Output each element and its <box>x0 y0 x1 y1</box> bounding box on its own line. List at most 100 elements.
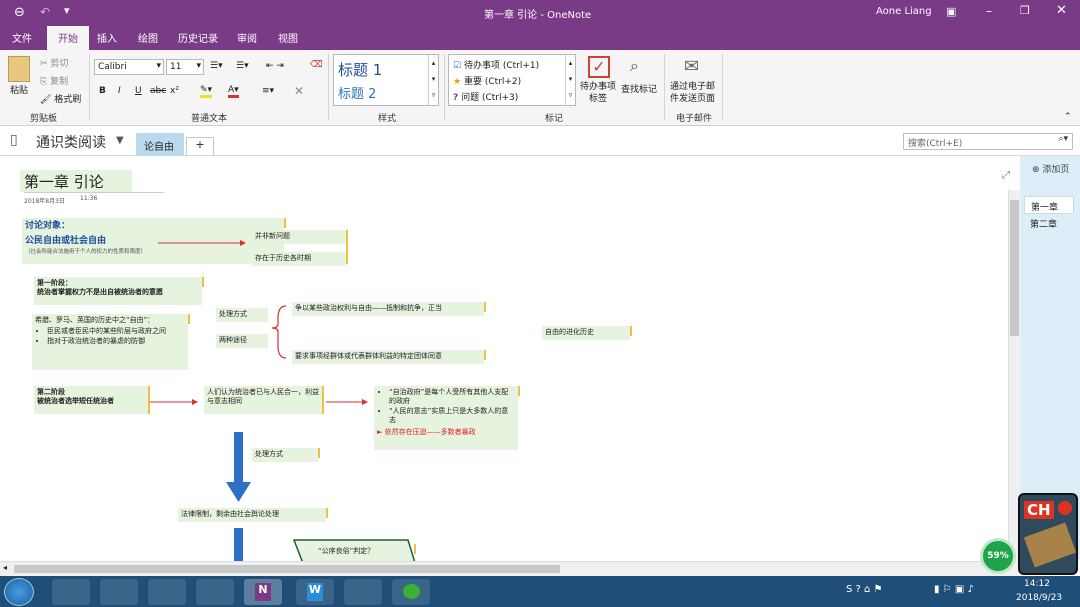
font-name-select[interactable]: Calibri ▾ <box>94 59 164 75</box>
tag-important-label: 重要 (Ctrl+2) <box>463 77 522 87</box>
underline-button[interactable]: U <box>135 86 142 96</box>
clock-date[interactable]: 2018/9/23 <box>1016 593 1062 603</box>
chevron-down-icon[interactable]: ▼ <box>116 135 124 146</box>
tab-insert[interactable]: 插入 <box>97 30 117 45</box>
wechat-glyph <box>403 584 420 599</box>
format-painter-button[interactable]: 🖌 格式刷 <box>40 92 81 105</box>
style-heading1[interactable]: 标题 1 <box>338 59 382 80</box>
horizontal-scrollbar[interactable]: ◂ <box>0 561 1020 576</box>
superscript-button[interactable]: x² <box>170 86 179 96</box>
ime-widget[interactable]: CH <box>1018 493 1078 575</box>
scrollbar-thumb[interactable] <box>14 565 560 573</box>
page-item-active[interactable]: 第一章 <box>1024 196 1074 214</box>
clear-format-icon[interactable]: ⌫ <box>310 60 323 70</box>
highlight-icon[interactable]: ✎▾ <box>200 85 213 98</box>
search-input[interactable]: 搜索(Ctrl+E) ⌕▾ <box>903 133 1073 150</box>
undo-icon[interactable]: ↶ <box>40 5 50 19</box>
clipboard-icon[interactable] <box>8 56 30 82</box>
word-app-icon[interactable]: W <box>296 579 334 605</box>
user-name[interactable]: Aone Liang <box>876 6 932 17</box>
email-page-button[interactable]: 通过电子邮 件发送页面 <box>670 82 715 105</box>
page-canvas[interactable]: 第一章 引论 2018年8月3日 11:36 ⤢ 讨论对象： 公民自由或社会自由… <box>0 156 1020 561</box>
wechat-icon[interactable] <box>392 579 430 605</box>
battery-widget[interactable]: 59% <box>980 538 1016 574</box>
red-arrow-head <box>362 399 368 405</box>
gear-icon <box>1058 501 1072 515</box>
add-section-button[interactable]: + <box>186 137 214 156</box>
ie-icon[interactable] <box>52 579 90 605</box>
chevron-down-icon: ▾ <box>196 61 201 71</box>
tag-important[interactable]: ★ 重要 (Ctrl+2) <box>453 74 521 87</box>
clock-time[interactable]: 14:12 <box>1024 579 1050 589</box>
group-divider <box>664 54 665 120</box>
font-size-select[interactable]: 11 ▾ <box>166 59 204 75</box>
italic-button[interactable]: I <box>118 86 121 96</box>
section-tab-active[interactable]: 论自由 <box>136 133 184 156</box>
tab-file[interactable]: 文件 <box>12 30 32 45</box>
cut-button[interactable]: ✂ 剪切 <box>40 56 68 69</box>
align-icon[interactable]: ≡▾ <box>262 86 274 96</box>
app-orange-icon[interactable] <box>100 579 138 605</box>
tags-gallery[interactable]: ☑ 待办事项 (Ctrl+1) ★ 重要 (Ctrl+2) ? 问题 (Ctrl… <box>448 54 576 106</box>
notebook-name[interactable]: 通识类阅读 <box>36 132 106 152</box>
tab-review[interactable]: 审阅 <box>237 30 257 45</box>
numbering-button[interactable]: ☰▾ <box>236 61 249 71</box>
network-volume-icons[interactable]: ▮ ⚐ ▣ ♪ <box>934 584 974 595</box>
strikethrough-button[interactable]: abc <box>150 86 166 96</box>
copy-button[interactable]: ⎘ 复制 <box>40 74 68 87</box>
blue-arrow-shaft <box>234 528 243 561</box>
group-divider <box>328 54 329 120</box>
tag-todo[interactable]: ☑ 待办事项 (Ctrl+1) <box>453 58 539 71</box>
back-icon[interactable]: ⊖ <box>14 5 25 20</box>
tag-question[interactable]: ? 问题 (Ctrl+3) <box>453 90 518 103</box>
gallery-scroll[interactable]: ▴ ▾ ▿ <box>428 55 438 105</box>
folder-icon[interactable] <box>344 579 382 605</box>
ribbon-display-icon[interactable]: ▣ <box>946 5 956 18</box>
parrot-app-icon[interactable] <box>196 579 234 605</box>
bold-button[interactable]: B <box>99 86 106 96</box>
quick-access-dropdown-icon[interactable]: ▾ <box>64 4 70 17</box>
tray-icons[interactable]: S ? ⌂ ⚑ <box>846 584 883 595</box>
expand-icon[interactable]: ⤢ <box>1002 170 1010 181</box>
window-title: 第一章 引论 - OneNote <box>484 10 592 21</box>
blue-arrow-shaft <box>234 432 243 486</box>
indent-buttons[interactable]: ⇤ ⇥ <box>266 61 284 71</box>
bullets-button[interactable]: ☰▾ <box>210 61 223 71</box>
minimize-button[interactable]: – <box>986 4 992 18</box>
scroll-left-icon[interactable]: ◂ <box>3 563 7 572</box>
tab-draw[interactable]: 绘图 <box>138 30 158 45</box>
chrome-icon[interactable] <box>148 579 186 605</box>
tab-view[interactable]: 视图 <box>278 30 298 45</box>
tag-question-label: 问题 (Ctrl+3) <box>461 93 519 103</box>
diagram-arrows <box>150 240 368 561</box>
notebook-icon: ▯ <box>10 132 18 148</box>
font-size-value: 11 <box>170 62 182 72</box>
find-tags-button[interactable]: 查找标记 <box>621 82 657 95</box>
close-button[interactable]: ✕ <box>1056 3 1067 18</box>
style-heading2[interactable]: 标题 2 <box>338 83 376 102</box>
red-brace <box>271 305 287 359</box>
email-icon[interactable]: ✉ <box>684 56 699 77</box>
collapse-ribbon-icon[interactable]: ⌃ <box>1064 112 1072 122</box>
page-item[interactable]: 第二章 <box>1024 214 1074 230</box>
start-button[interactable] <box>4 578 34 606</box>
find-tags-icon[interactable]: ⌕ <box>630 56 639 76</box>
chevron-down-icon: ▾ <box>156 61 161 71</box>
delete-icon[interactable]: ✕ <box>294 84 304 98</box>
add-page-button[interactable]: ⊕ 添加页 <box>1032 162 1069 175</box>
todo-checkmark-icon[interactable]: ✓ <box>588 56 610 78</box>
todo-tag-button[interactable]: 待办事项 标签 <box>580 82 616 105</box>
tab-history[interactable]: 历史记录 <box>178 30 218 45</box>
w-glyph: W <box>307 583 323 601</box>
scrollbar-thumb[interactable] <box>1010 200 1019 336</box>
tab-home[interactable]: 开始 <box>47 26 89 50</box>
copy-label: 复制 <box>50 77 69 87</box>
gallery-scroll[interactable]: ▴ ▾ ▿ <box>565 55 575 105</box>
search-icon: ⌕▾ <box>1058 134 1068 144</box>
styles-gallery[interactable]: 标题 1 标题 2 ▴ ▾ ▿ <box>333 54 439 106</box>
title-bar: ⊖ ↶ ▾ 第一章 引论 - OneNote Aone Liang ▣ – ❐ … <box>0 0 1080 24</box>
restore-button[interactable]: ❐ <box>1020 4 1030 17</box>
font-color-icon[interactable]: A▾ <box>228 85 239 98</box>
paste-button[interactable]: 粘贴 <box>10 83 28 96</box>
onenote-icon[interactable]: N <box>244 579 282 605</box>
